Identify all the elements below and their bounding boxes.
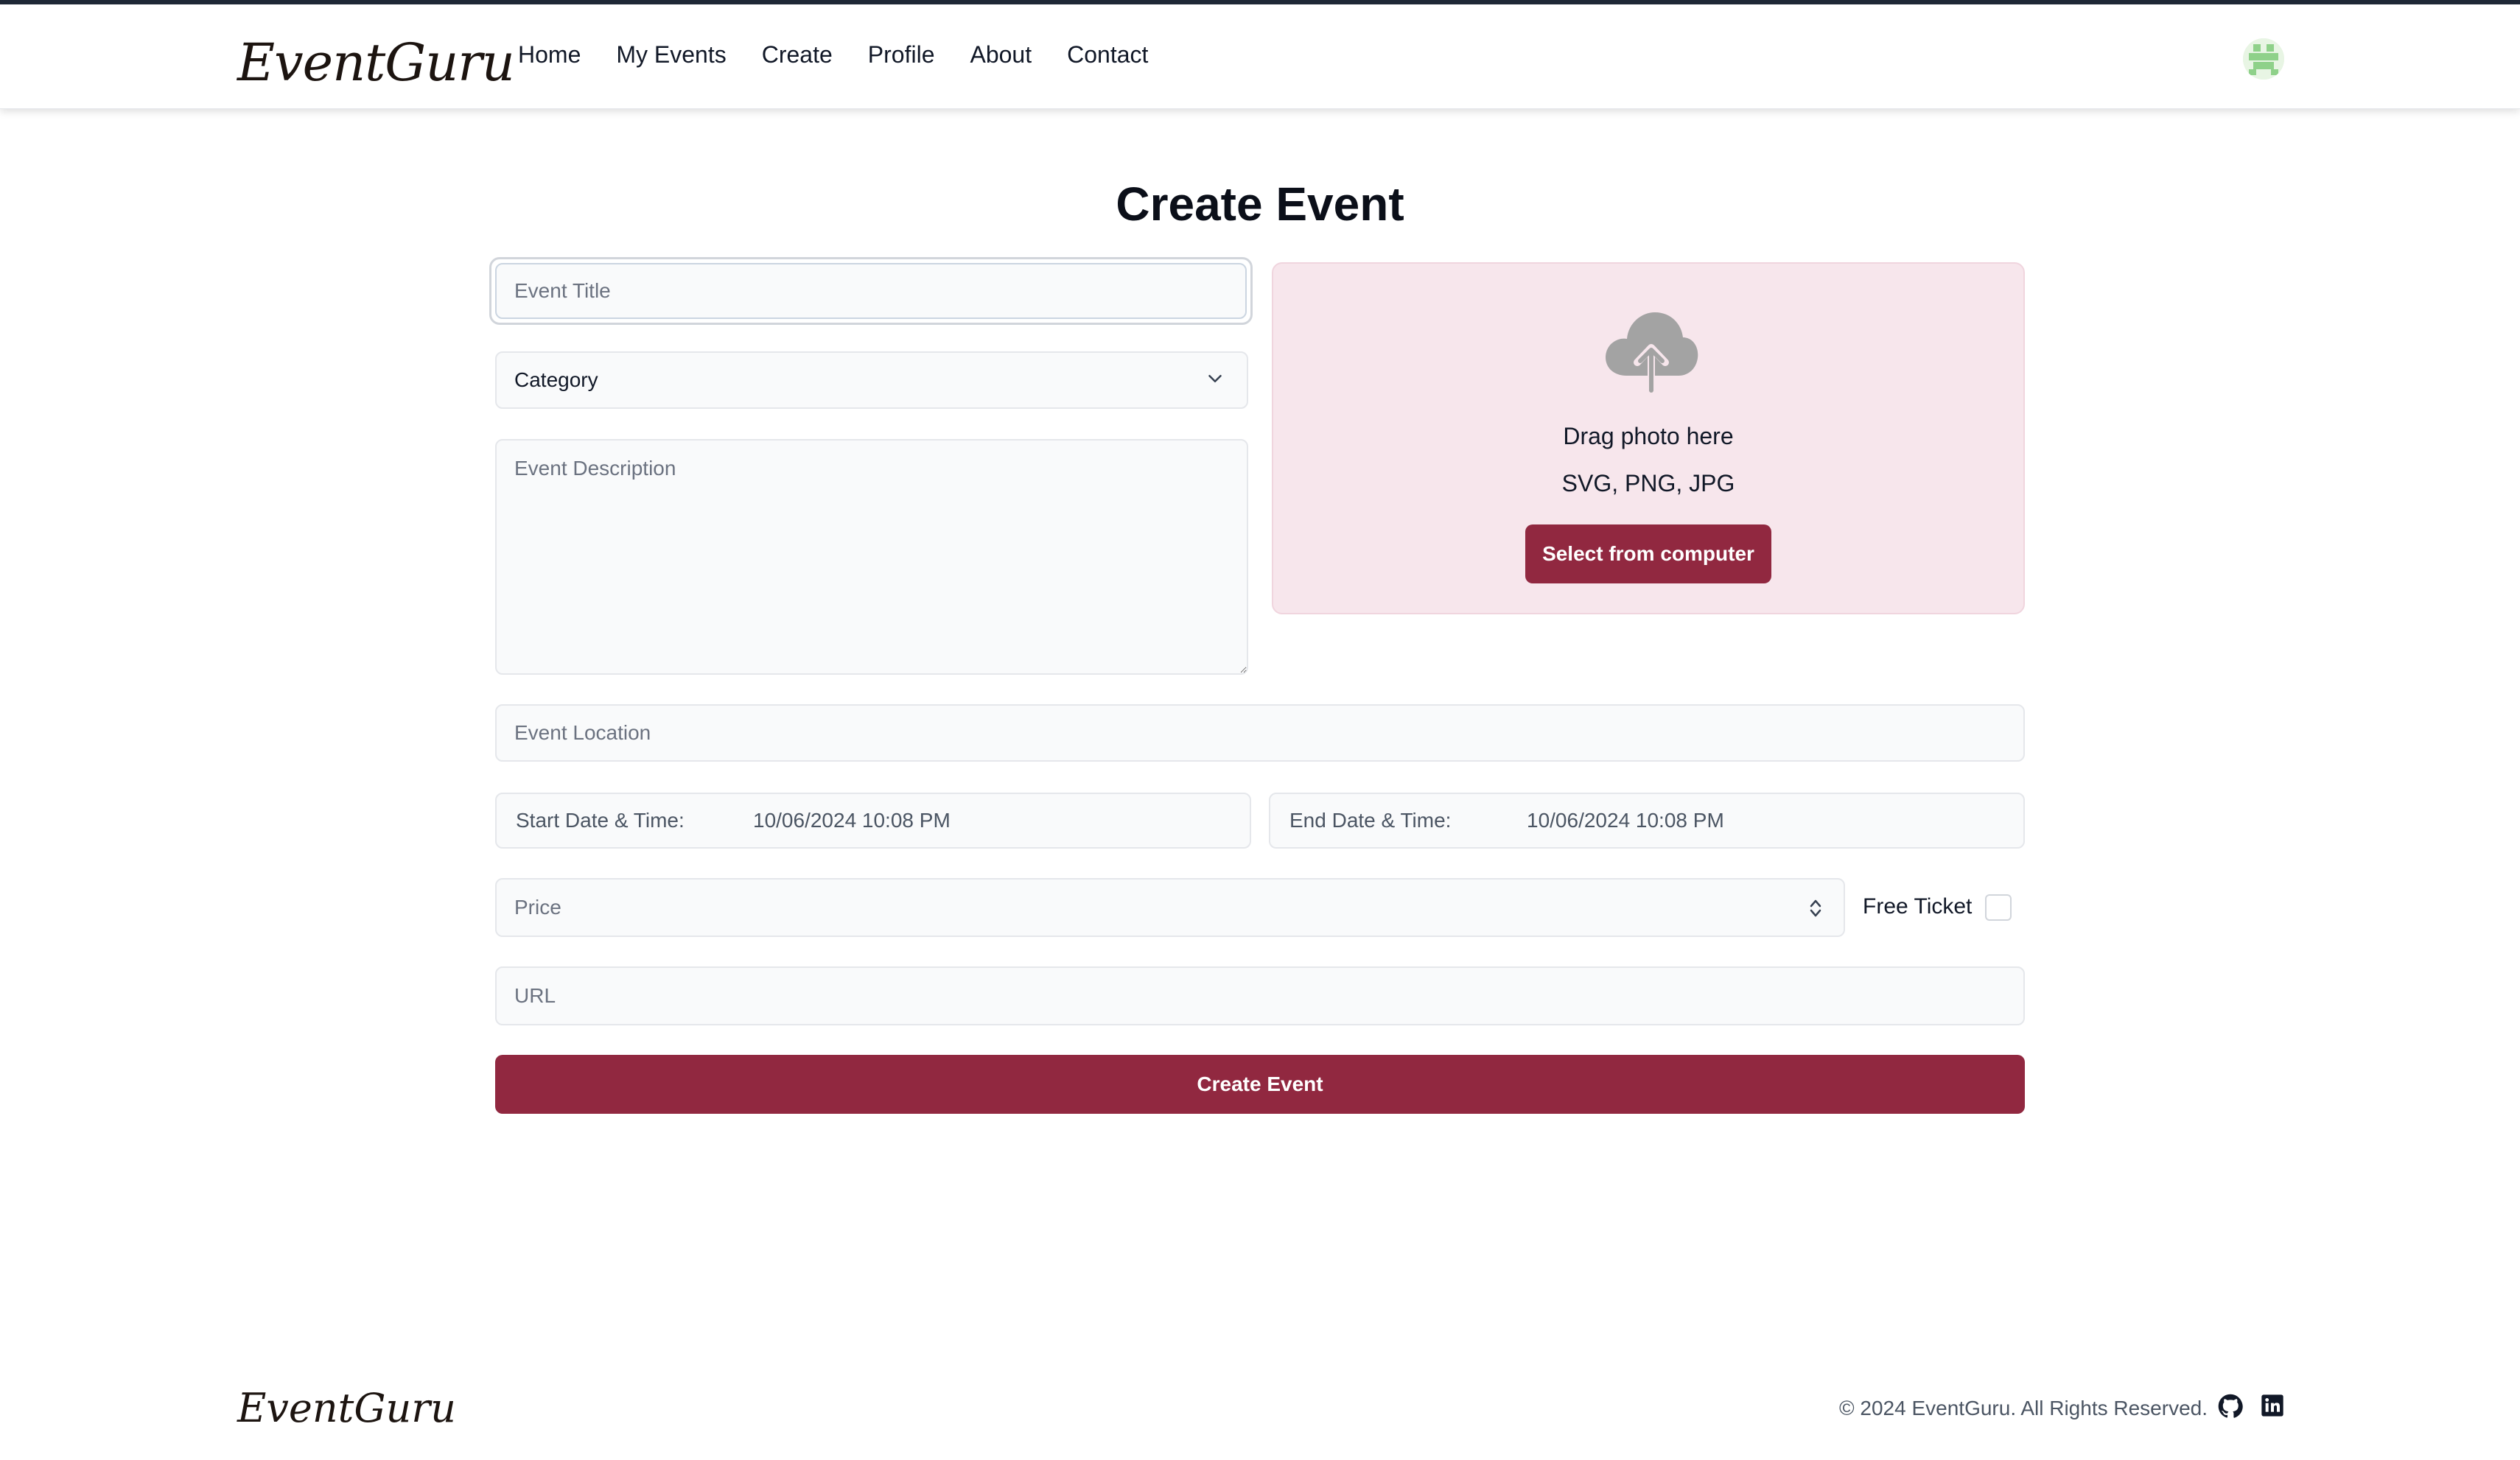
nav-profile[interactable]: Profile [868,41,935,69]
end-datetime-field[interactable]: End Date & Time: 10/06/2024 10:08 PM [1269,793,2025,849]
main-nav: Home My Events Create Profile About Cont… [518,41,1183,69]
free-ticket-checkbox[interactable] [1985,894,2012,921]
category-select-value: Category [514,368,598,391]
select-from-computer-button[interactable]: Select from computer [1525,524,1771,583]
navbar: EventGuru Home My Events Create Profile … [0,4,2520,109]
avatar-identicon-icon [2243,38,2284,80]
nav-about[interactable]: About [970,41,1032,69]
category-select[interactable]: Category [495,351,1248,409]
file-types-text: SVG, PNG, JPG [1561,470,1735,496]
nav-home[interactable]: Home [518,41,581,69]
url-input[interactable] [495,966,2025,1025]
chevron-down-icon [1208,375,1222,382]
start-datetime-field[interactable]: Start Date & Time: 10/06/2024 10:08 PM [495,793,1251,849]
nav-contact[interactable]: Contact [1067,41,1148,69]
photo-upload-dropzone[interactable]: Drag photo here SVG, PNG, JPG Select fro… [1272,262,2025,614]
create-event-button[interactable]: Create Event [495,1055,2025,1114]
event-title-input[interactable] [495,263,1247,319]
nav-create[interactable]: Create [762,41,833,69]
start-datetime-label: Start Date & Time: [516,809,685,832]
event-location-input[interactable] [495,704,2025,762]
github-icon[interactable] [2218,1394,2243,1419]
linkedin-icon[interactable] [2261,1394,2284,1417]
user-avatar[interactable] [2243,38,2284,80]
end-datetime-value: 10/06/2024 10:08 PM [1527,809,1724,832]
end-datetime-label: End Date & Time: [1289,809,1452,832]
free-ticket-label: Free Ticket [1863,894,1973,919]
nav-my-events[interactable]: My Events [616,41,726,69]
drag-photo-text: Drag photo here [1563,423,1734,449]
start-datetime-value: 10/06/2024 10:08 PM [753,809,951,832]
event-description-input[interactable] [495,439,1248,675]
cloud-upload-icon [1606,312,1698,394]
copyright-text: © 2024 EventGuru. All Rights Reserved. [1839,1397,2208,1419]
price-input[interactable] [495,878,1845,937]
brand-logo[interactable]: EventGuru [237,32,515,93]
footer-logo[interactable]: EventGuru [237,1385,456,1431]
number-spinner-icon[interactable] [1807,896,1824,921]
page-title: Create Event [1116,178,1404,231]
